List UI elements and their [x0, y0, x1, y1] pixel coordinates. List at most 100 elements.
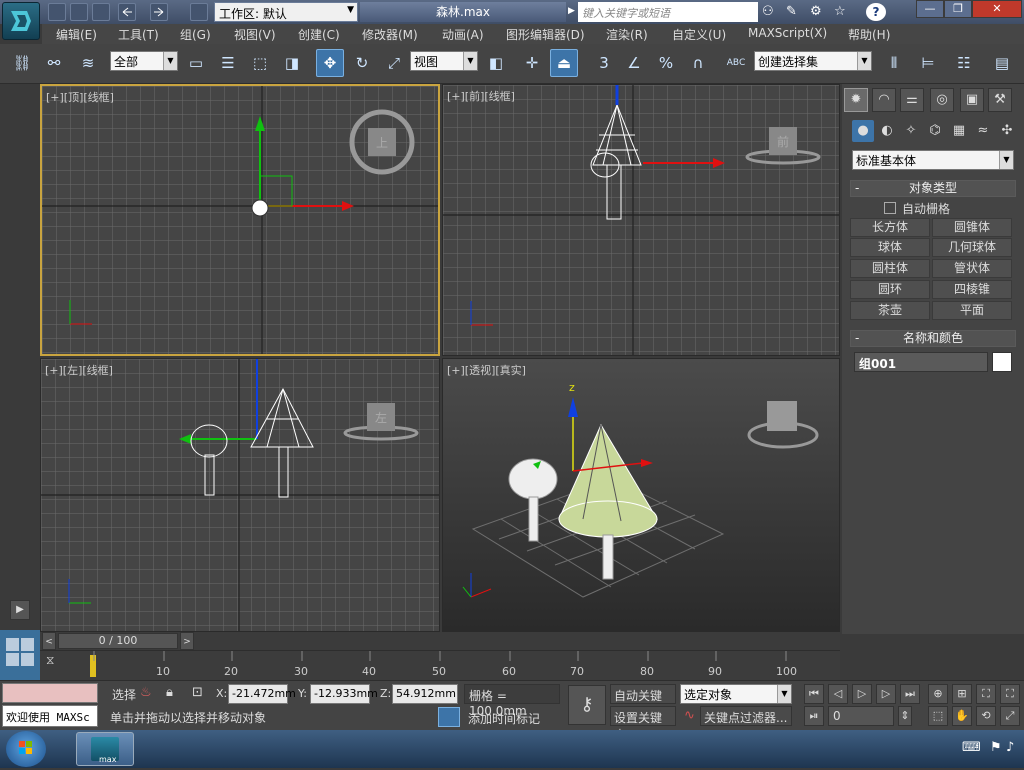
key-mode-toggle-icon[interactable]: ⏯ — [804, 706, 824, 726]
plane-button[interactable]: 平面 — [932, 301, 1012, 320]
set-key-button[interactable]: 设置关键点 — [610, 706, 676, 742]
reference-coordinate-dropdown[interactable]: 视图 ▼ — [410, 51, 478, 71]
menu-help[interactable]: 帮助(H) — [848, 26, 890, 43]
shapes-icon[interactable]: ◐ — [876, 120, 898, 142]
start-button[interactable] — [6, 731, 46, 767]
geosphere-button[interactable]: 几何球体 — [932, 238, 1012, 257]
align-icon[interactable]: ⊨ — [914, 49, 942, 77]
helpers-icon[interactable]: ▦ — [948, 120, 970, 142]
lock-icon[interactable]: 🔒︎ — [166, 685, 173, 700]
autogrid-checkbox[interactable] — [884, 202, 896, 214]
taskbar-3dsmax-button[interactable]: max — [76, 732, 134, 766]
pan-hand-icon[interactable]: ✋ — [952, 706, 972, 726]
flag-icon[interactable]: ⚑ — [990, 740, 1002, 755]
minimize-button[interactable]: — — [916, 0, 944, 18]
help-button[interactable]: ? — [866, 3, 886, 21]
lights-icon[interactable]: ✧ — [900, 120, 922, 142]
hierarchy-tab-icon[interactable]: ⚌ — [900, 88, 924, 112]
viewport-perspective-label[interactable]: [+][透视][真实] — [447, 362, 526, 378]
modify-tab-icon[interactable]: ◠ — [872, 88, 896, 112]
curve-icon[interactable]: ∿ — [684, 708, 695, 723]
volume-icon[interactable]: ♪ — [1006, 740, 1014, 755]
viewport-top[interactable]: [+][顶][线框] 上 — [40, 84, 440, 356]
key-icon[interactable]: ✎ — [786, 4, 797, 19]
viewport-top-label[interactable]: [+][顶][线框] — [46, 89, 114, 105]
mini-curve-editor-icon[interactable]: ⧖ — [46, 653, 74, 677]
select-by-name-icon[interactable]: ☰ — [214, 49, 242, 77]
window-crossing-icon[interactable]: ◨ — [278, 49, 306, 77]
unlink-icon[interactable]: ⚯ — [40, 49, 68, 77]
zoom-extents-all-icon[interactable]: ⛶ — [1000, 684, 1020, 704]
edit-named-selection-icon[interactable]: ABC — [722, 49, 750, 77]
name-and-color-rollout[interactable]: - 名称和颜色 — [850, 330, 1016, 347]
menu-create[interactable]: 创建(C) — [298, 26, 340, 43]
sphere-button[interactable]: 球体 — [850, 238, 930, 257]
select-object-icon[interactable]: ▭ — [182, 49, 210, 77]
teapot-button[interactable]: 茶壶 — [850, 301, 930, 320]
new-file-icon[interactable] — [48, 3, 66, 21]
menu-animation[interactable]: 动画(A) — [442, 26, 484, 43]
menu-modifiers[interactable]: 修改器(M) — [362, 26, 418, 43]
geometry-icon[interactable]: ● — [852, 120, 874, 142]
restore-button[interactable]: ❐ — [944, 0, 972, 18]
cameras-icon[interactable]: ⌬ — [924, 120, 946, 142]
save-file-icon[interactable] — [92, 3, 110, 21]
menu-view[interactable]: 视图(V) — [234, 26, 276, 43]
tube-button[interactable]: 管状体 — [932, 259, 1012, 278]
search-input[interactable]: 键入关键字或短语 — [578, 2, 758, 22]
maximize-viewport-icon[interactable]: ⤢ — [1000, 706, 1020, 726]
angle-snap-icon[interactable]: ∠ — [620, 49, 648, 77]
create-tab-sun-icon[interactable]: ✹ — [844, 88, 868, 112]
systems-icon[interactable]: ✣ — [996, 120, 1018, 142]
add-time-tag-icon[interactable] — [438, 707, 460, 727]
region-zoom-icon[interactable]: ⬚ — [928, 706, 948, 726]
absolute-mode-icon[interactable]: ⊡ — [192, 685, 203, 700]
snaps-toggle-icon[interactable]: 3 — [590, 49, 618, 77]
viewport-left-label[interactable]: [+][左][线框] — [45, 362, 113, 378]
auto-key-button[interactable]: 自动关键点 — [610, 684, 676, 720]
x-coordinate-input[interactable]: -21.472mm — [228, 684, 296, 704]
maxscript-listener-pink[interactable] — [2, 683, 98, 703]
object-name-input[interactable]: 组001 — [854, 352, 988, 372]
pyramid-button[interactable]: 四棱锥 — [932, 280, 1012, 299]
bind-space-warp-icon[interactable]: ≋ — [74, 49, 102, 77]
display-tab-icon[interactable]: ▣ — [960, 88, 984, 112]
current-frame-input[interactable]: 0 — [828, 706, 894, 726]
viewport-front[interactable]: [+][前][线框] 前 — [442, 84, 840, 356]
time-slider[interactable]: < 0 / 100 > — [40, 632, 840, 650]
select-and-scale-icon[interactable]: ⤢ — [380, 49, 408, 77]
mirror-icon[interactable]: ⫴ — [880, 49, 908, 77]
orbit-icon[interactable]: ⟲ — [976, 706, 996, 726]
motion-tab-icon[interactable]: ◎ — [930, 88, 954, 112]
key-mode-dropdown[interactable]: 选定对象 ▼ — [680, 684, 792, 704]
star-icon[interactable]: ☆ — [834, 4, 846, 19]
viewport-left[interactable]: [+][左][线框] 左 — [40, 358, 440, 632]
layer-manager-icon[interactable]: ☷ — [950, 49, 978, 77]
menu-maxscript[interactable]: MAXScript(X) — [748, 26, 827, 40]
go-to-start-icon[interactable]: ⏮ — [804, 684, 824, 704]
percent-snap-icon[interactable]: % — [652, 49, 680, 77]
named-selection-dropdown[interactable]: 创建选择集 ▼ — [754, 51, 872, 71]
select-and-move-icon[interactable]: ✥ — [316, 49, 344, 77]
utilities-tab-hammer-icon[interactable]: ⚒ — [988, 88, 1012, 112]
menu-graph-editors[interactable]: 图形编辑器(D) — [506, 26, 585, 43]
close-button[interactable]: ✕ — [972, 0, 1022, 18]
zoom-extents-icon[interactable]: ⛶ — [976, 684, 996, 704]
object-color-swatch[interactable] — [992, 352, 1012, 372]
rectangular-selection-icon[interactable]: ⬚ — [246, 49, 274, 77]
time-slider-thumb[interactable]: 0 / 100 — [58, 633, 178, 649]
set-key-key-icon[interactable]: ⚷ — [568, 685, 606, 725]
menu-rendering[interactable]: 渲染(R) — [606, 26, 648, 43]
add-time-tag-label[interactable]: 添加时间标记 — [468, 710, 540, 727]
cone-button[interactable]: 圆锥体 — [932, 218, 1012, 237]
project-folder-icon[interactable] — [190, 3, 208, 21]
space-warps-icon[interactable]: ≈ — [972, 120, 994, 142]
maxscript-listener[interactable]: 欢迎使用 MAXSc — [2, 705, 98, 727]
menu-tools[interactable]: 工具(T) — [118, 26, 159, 43]
open-file-icon[interactable] — [70, 3, 88, 21]
isolate-bulb-icon[interactable]: ♨ — [140, 685, 152, 700]
pivot-center-icon[interactable]: ◧ — [482, 49, 510, 77]
redo-icon[interactable] — [150, 3, 168, 21]
box-button[interactable]: 长方体 — [850, 218, 930, 237]
zoom-icon[interactable]: ⊕ — [928, 684, 948, 704]
